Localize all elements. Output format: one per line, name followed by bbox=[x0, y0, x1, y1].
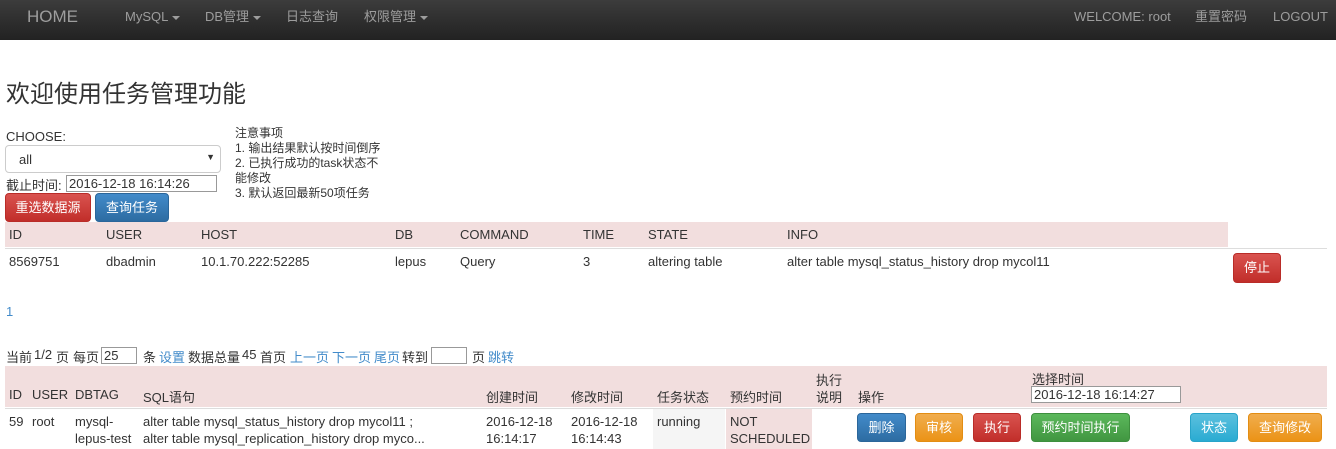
goto-page-input[interactable] bbox=[431, 347, 467, 364]
reset-password-link[interactable]: 重置密码 bbox=[1195, 0, 1247, 34]
review-task-button[interactable]: 审核 bbox=[915, 413, 963, 442]
nav-logquery-link[interactable]: 日志查询 bbox=[286, 0, 338, 34]
process-cell-state: altering table bbox=[648, 254, 723, 269]
pagination-total-value: 45 bbox=[242, 347, 257, 362]
delete-task-button[interactable]: 删除 bbox=[857, 413, 906, 442]
nav-dbmanage-dropdown[interactable]: DB管理 bbox=[205, 0, 262, 34]
process-cell-host: 10.1.70.222:52285 bbox=[201, 254, 310, 269]
process-table-header bbox=[5, 222, 1228, 247]
pagination-set-link[interactable]: 设置 bbox=[159, 347, 185, 366]
task-cell-dbtag-b: lepus-test bbox=[75, 431, 132, 446]
task-header-status: 任务状态 bbox=[657, 390, 710, 405]
logout-link[interactable]: LOGOUT bbox=[1273, 0, 1328, 34]
task-cell-sql-b: alter table mysql_replication_history dr… bbox=[143, 431, 425, 446]
nav-permission-label: 权限管理 bbox=[364, 9, 417, 24]
pagination-prev-page[interactable]: 上一页 bbox=[290, 347, 329, 366]
task-state-button[interactable]: 状态 bbox=[1190, 413, 1238, 442]
process-cell-info: alter table mysql_status_history drop my… bbox=[787, 254, 1050, 269]
task-cell-user: root bbox=[32, 414, 55, 429]
process-header-command: COMMAND bbox=[460, 227, 529, 242]
process-header-host: HOST bbox=[201, 227, 238, 242]
pagination-first-page[interactable]: 首页 bbox=[260, 347, 286, 366]
chevron-down-icon bbox=[253, 15, 262, 20]
pagination-goto-unit: 页 bbox=[472, 350, 486, 365]
process-cell-id: 8569751 bbox=[9, 254, 60, 269]
process-header-id: ID bbox=[9, 227, 22, 242]
execute-task-button[interactable]: 执行 bbox=[973, 413, 1021, 442]
datasource-select-value: all bbox=[19, 152, 33, 167]
page-title: 欢迎使用任务管理功能 bbox=[6, 81, 246, 108]
choose-label: CHOOSE: bbox=[6, 129, 66, 144]
per-page-input[interactable] bbox=[101, 347, 137, 364]
deadline-label: 截止时间: bbox=[6, 178, 62, 193]
task-cell-modified-b: 16:14:43 bbox=[571, 431, 622, 446]
pagination-goto-label: 转到 bbox=[402, 350, 429, 365]
datasource-select[interactable]: all ▼ bbox=[5, 145, 221, 173]
chevron-down-icon bbox=[172, 15, 181, 20]
pagination-last-page[interactable]: 尾页 bbox=[374, 347, 400, 366]
top-navbar: HOME MySQL DB管理 日志查询 权限管理 WELCOME: root … bbox=[0, 0, 1336, 40]
process-header-time: TIME bbox=[583, 227, 615, 242]
nav-mysql-dropdown[interactable]: MySQL bbox=[125, 0, 181, 34]
process-page-link-1[interactable]: 1 bbox=[6, 304, 13, 319]
reselect-datasource-button[interactable]: 重选数据源 bbox=[5, 193, 91, 222]
task-header-dbtag: DBTAG bbox=[75, 387, 119, 402]
task-header-modified: 修改时间 bbox=[571, 390, 624, 405]
task-cell-created-a: 2016-12-18 bbox=[486, 414, 553, 429]
task-cell-sql-a: alter table mysql_status_history drop my… bbox=[143, 414, 413, 429]
schedule-execute-button[interactable]: 预约时间执行 bbox=[1031, 413, 1130, 442]
task-header-actions: 操作 bbox=[858, 390, 885, 405]
task-header-sql: SQL语句 bbox=[143, 390, 196, 405]
query-modify-button[interactable]: 查询修改 bbox=[1248, 413, 1322, 442]
pagination-item-unit: 条 bbox=[143, 350, 157, 365]
task-header-scheduled: 预约时间 bbox=[730, 390, 783, 405]
process-table-divider bbox=[5, 248, 1327, 249]
pagination-current-label: 当前 bbox=[6, 350, 33, 365]
process-header-state: STATE bbox=[648, 227, 688, 242]
nav-mysql-label: MySQL bbox=[125, 9, 169, 24]
process-cell-command: Query bbox=[460, 254, 496, 269]
task-cell-scheduled-a: NOT bbox=[730, 414, 758, 429]
process-header-info: INFO bbox=[787, 227, 819, 242]
task-header-user: USER bbox=[32, 387, 69, 402]
process-cell-user: dbadmin bbox=[106, 254, 156, 269]
pagination-total-label: 数据总量 bbox=[188, 350, 241, 365]
task-cell-created-b: 16:14:17 bbox=[486, 431, 537, 446]
task-cell-scheduled-b: SCHEDULED bbox=[730, 431, 811, 446]
deadline-input[interactable] bbox=[66, 175, 217, 192]
choose-time-input[interactable] bbox=[1031, 386, 1181, 403]
stop-process-button[interactable]: 停止 bbox=[1233, 253, 1281, 283]
pagination-current-value: 1/2 bbox=[34, 347, 53, 362]
pagination-page-unit: 页 bbox=[56, 350, 70, 365]
task-cell-status: running bbox=[657, 414, 701, 429]
task-cell-modified-a: 2016-12-18 bbox=[571, 414, 638, 429]
process-cell-time: 3 bbox=[583, 254, 591, 269]
query-tasks-button[interactable]: 查询任务 bbox=[95, 193, 169, 222]
task-cell-id: 59 bbox=[9, 414, 24, 429]
nav-permission-dropdown[interactable]: 权限管理 bbox=[364, 0, 429, 34]
pagination-per-page-label: 每页 bbox=[73, 350, 100, 365]
pagination-next-page[interactable]: 下一页 bbox=[332, 347, 371, 366]
home-link[interactable]: HOME bbox=[27, 0, 78, 34]
chevron-down-icon: ▼ bbox=[206, 152, 215, 162]
task-header-exec-note-b: 说明 bbox=[816, 390, 843, 405]
process-header-db: DB bbox=[395, 227, 414, 242]
chevron-down-icon bbox=[420, 15, 429, 20]
process-header-user: USER bbox=[106, 227, 143, 242]
nav-dbmanage-label: DB管理 bbox=[205, 9, 250, 24]
task-header-id: ID bbox=[9, 387, 22, 402]
welcome-text: WELCOME: root bbox=[1074, 9, 1171, 24]
task-cell-dbtag-a: mysql- bbox=[75, 414, 114, 429]
task-header-created: 创建时间 bbox=[486, 390, 539, 405]
process-cell-db: lepus bbox=[395, 254, 427, 269]
notes-line-3: 3. 默认返回最新50项任务 bbox=[235, 186, 370, 200]
pagination-jump-link[interactable]: 跳转 bbox=[488, 347, 514, 366]
